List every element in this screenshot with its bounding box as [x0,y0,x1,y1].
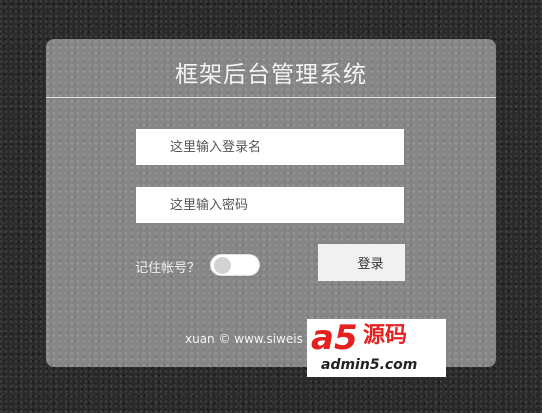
watermark-brand: a5 [311,319,358,358]
footer-copyright: xuan © www.siweis [185,332,303,346]
remember-account-toggle[interactable] [210,254,260,276]
toggle-knob [214,257,231,274]
title-divider [46,97,496,98]
watermark-brand-cn: 源码 [363,323,408,348]
login-panel: 框架后台管理系统 记住帐号？ 登录 xuan © www.siweis [46,39,496,367]
username-input[interactable] [136,129,404,165]
login-button[interactable]: 登录 [318,244,405,281]
password-input[interactable] [136,187,404,223]
remember-account-label: 记住帐号？ [135,261,201,276]
watermark-domain: admin5.com [321,357,418,373]
page-title: 框架后台管理系统 [175,62,367,88]
watermark-logo: a5 源码 admin5.com [307,319,446,377]
